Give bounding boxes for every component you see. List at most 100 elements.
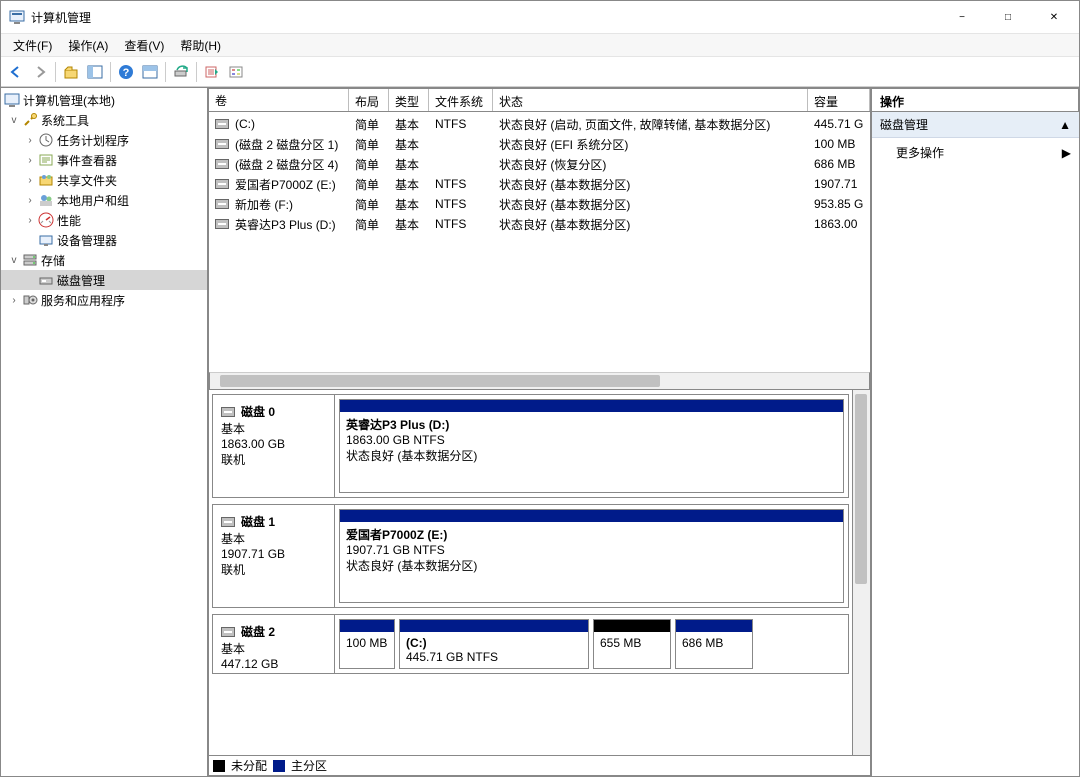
horizontal-scrollbar[interactable] [209, 372, 870, 390]
partition[interactable]: 686 MB [675, 619, 753, 669]
tree-disk-management[interactable]: 磁盘管理 [1, 270, 207, 290]
volume-fs: NTFS [429, 197, 493, 211]
help-button[interactable]: ? [115, 61, 137, 83]
partition[interactable]: 爱国者P7000Z (E:)1907.71 GB NTFS状态良好 (基本数据分… [339, 509, 844, 603]
volume-row[interactable]: 新加卷 (F:)简单基本NTFS状态良好 (基本数据分区)953.85 G [209, 194, 870, 214]
computer-icon [4, 92, 20, 108]
col-layout[interactable]: 布局 [349, 89, 389, 111]
tree-device-manager[interactable]: 设备管理器 [1, 230, 207, 250]
legend-unallocated: 未分配 [231, 757, 267, 774]
volume-name: 新加卷 (F:) [235, 196, 293, 213]
device-icon [38, 232, 54, 248]
forward-button[interactable] [29, 61, 51, 83]
disk-mgmt-icon [38, 272, 54, 288]
volume-fs: NTFS [429, 217, 493, 231]
view-top-button[interactable] [139, 61, 161, 83]
tree-task-scheduler[interactable]: › 任务计划程序 [1, 130, 207, 150]
titlebar[interactable]: 计算机管理 − □ ✕ [1, 1, 1079, 33]
expander-icon[interactable]: › [23, 155, 37, 166]
actions-pane: 操作 磁盘管理 ▲ 更多操作 ▶ [872, 88, 1079, 776]
expander-icon[interactable]: › [23, 215, 37, 226]
disk-row[interactable]: 磁盘 2基本447.12 GB100 MB(C:)445.71 GB NTFS6… [212, 614, 849, 674]
disk-layout-wrap: 磁盘 0基本1863.00 GB联机英睿达P3 Plus (D:)1863.00… [208, 390, 871, 756]
scrollbar-thumb[interactable] [855, 394, 867, 584]
menu-file[interactable]: 文件(F) [5, 34, 60, 57]
disk-row[interactable]: 磁盘 1基本1907.71 GB联机爱国者P7000Z (E:)1907.71 … [212, 504, 849, 608]
center-pane: 卷 布局 类型 文件系统 状态 容量 (C:)简单基本NTFS状态良好 (启动,… [208, 88, 872, 776]
minimize-button[interactable]: − [939, 2, 985, 32]
close-button[interactable]: ✕ [1031, 2, 1077, 32]
volume-layout: 简单 [349, 136, 389, 153]
scrollbar-thumb[interactable] [220, 375, 660, 387]
partition-size: 686 MB [682, 636, 746, 650]
expander-icon[interactable]: v [7, 115, 21, 126]
menu-action[interactable]: 操作(A) [60, 34, 116, 57]
volume-row[interactable]: 英睿达P3 Plus (D:)简单基本NTFS状态良好 (基本数据分区)1863… [209, 214, 870, 234]
vertical-scrollbar[interactable] [853, 390, 871, 756]
partition[interactable]: 655 MB [593, 619, 671, 669]
partition[interactable]: (C:)445.71 GB NTFS [399, 619, 589, 669]
volume-name: (磁盘 2 磁盘分区 1) [235, 136, 338, 153]
back-button[interactable] [5, 61, 27, 83]
disk-label-cell[interactable]: 磁盘 2基本447.12 GB [213, 615, 335, 673]
tree-storage[interactable]: v 存储 [1, 250, 207, 270]
volume-row[interactable]: (C:)简单基本NTFS状态良好 (启动, 页面文件, 故障转储, 基本数据分区… [209, 114, 870, 134]
volume-capacity: 1907.71 [808, 177, 870, 191]
tree-event-viewer[interactable]: › 事件查看器 [1, 150, 207, 170]
partition-bar [340, 510, 843, 522]
tree-system-tools[interactable]: v 系统工具 [1, 110, 207, 130]
tree-label: 事件查看器 [57, 152, 117, 169]
partition[interactable]: 英睿达P3 Plus (D:)1863.00 GB NTFS状态良好 (基本数据… [339, 399, 844, 493]
tree-root[interactable]: 计算机管理(本地) [1, 90, 207, 110]
volume-row[interactable]: (磁盘 2 磁盘分区 1)简单基本状态良好 (EFI 系统分区)100 MB [209, 134, 870, 154]
show-hide-tree-button[interactable] [84, 61, 106, 83]
up-button[interactable] [60, 61, 82, 83]
volume-row[interactable]: (磁盘 2 磁盘分区 4)简单基本状态良好 (恢复分区)686 MB [209, 154, 870, 174]
volume-layout: 简单 [349, 116, 389, 133]
disk-label-cell[interactable]: 磁盘 1基本1907.71 GB联机 [213, 505, 335, 607]
volume-layout: 简单 [349, 156, 389, 173]
legend-swatch-primary [273, 760, 285, 772]
expander-icon[interactable]: › [23, 175, 37, 186]
volume-status: 状态良好 (恢复分区) [493, 156, 808, 173]
actions-group[interactable]: 磁盘管理 ▲ [872, 112, 1079, 138]
tree-label: 磁盘管理 [57, 272, 105, 289]
menu-help[interactable]: 帮助(H) [172, 34, 229, 57]
volume-fs: NTFS [429, 117, 493, 131]
tree-performance[interactable]: › 性能 [1, 210, 207, 230]
settings-button[interactable] [225, 61, 247, 83]
menu-view[interactable]: 查看(V) [116, 34, 172, 57]
partition-bar [400, 620, 588, 632]
expander-icon[interactable]: › [7, 295, 21, 306]
col-status[interactable]: 状态 [493, 89, 808, 111]
col-capacity[interactable]: 容量 [808, 89, 870, 111]
volume-list-body[interactable]: (C:)简单基本NTFS状态良好 (启动, 页面文件, 故障转储, 基本数据分区… [208, 112, 871, 390]
list-button[interactable] [201, 61, 223, 83]
disk-status: 联机 [221, 451, 326, 468]
tree-pane[interactable]: 计算机管理(本地) v 系统工具 › 任务计划程序 › 事件查看器 › 共享文件… [1, 88, 208, 776]
refresh-button[interactable] [170, 61, 192, 83]
partition-bar [676, 620, 752, 632]
expander-icon[interactable]: › [23, 135, 37, 146]
tree-services-apps[interactable]: › 服务和应用程序 [1, 290, 207, 310]
volume-status: 状态良好 (启动, 页面文件, 故障转储, 基本数据分区) [493, 116, 808, 133]
volume-row[interactable]: 爱国者P7000Z (E:)简单基本NTFS状态良好 (基本数据分区)1907.… [209, 174, 870, 194]
tree-shared-folders[interactable]: › 共享文件夹 [1, 170, 207, 190]
expander-icon[interactable]: v [7, 255, 21, 266]
disk-layout-panel[interactable]: 磁盘 0基本1863.00 GB联机英睿达P3 Plus (D:)1863.00… [208, 390, 853, 756]
tree-label: 系统工具 [41, 112, 89, 129]
actions-more[interactable]: 更多操作 ▶ [872, 138, 1079, 167]
disk-row[interactable]: 磁盘 0基本1863.00 GB联机英睿达P3 Plus (D:)1863.00… [212, 394, 849, 498]
disk-label-cell[interactable]: 磁盘 0基本1863.00 GB联机 [213, 395, 335, 497]
expander-icon[interactable]: › [23, 195, 37, 206]
col-volume[interactable]: 卷 [209, 89, 349, 111]
partition[interactable]: 100 MB [339, 619, 395, 669]
disk-type: 基本 [221, 640, 326, 657]
maximize-button[interactable]: □ [985, 2, 1031, 32]
volume-capacity: 953.85 G [808, 197, 870, 211]
tree-root-label: 计算机管理(本地) [23, 92, 115, 109]
tree-local-users[interactable]: › 本地用户和组 [1, 190, 207, 210]
col-type[interactable]: 类型 [389, 89, 429, 111]
col-filesystem[interactable]: 文件系统 [429, 89, 493, 111]
volume-icon [215, 219, 229, 229]
